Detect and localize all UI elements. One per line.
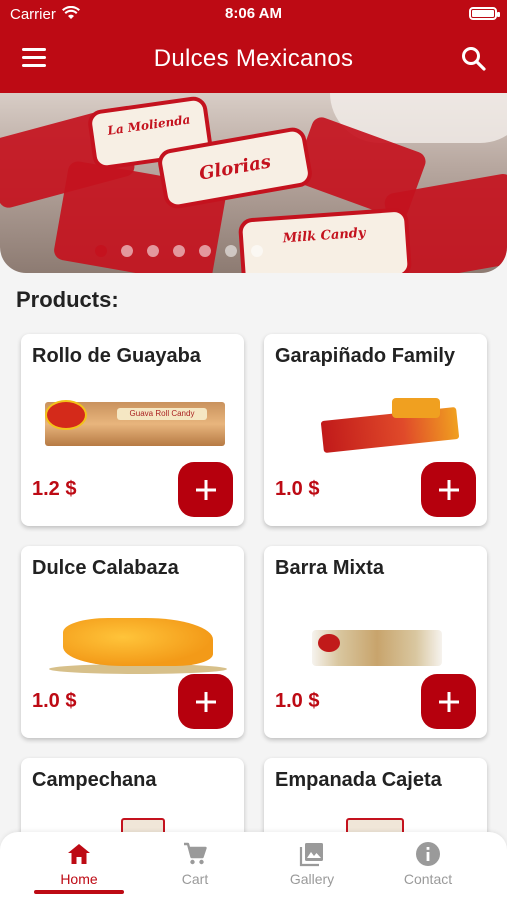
search-icon — [462, 47, 486, 71]
bottom-navigation: Home Cart Gallery Contact — [0, 832, 507, 900]
banner-carousel[interactable]: La Molienda Glorias Milk Candy — [0, 93, 507, 273]
status-bar: Carrier 8:06 AM — [0, 0, 507, 28]
gallery-icon — [299, 843, 323, 867]
page-title: Dulces Mexicanos — [153, 45, 354, 72]
product-price: 1.0 $ — [275, 478, 320, 500]
info-icon — [416, 842, 440, 866]
product-name: Dulce Calabaza — [32, 557, 179, 579]
product-price: 1.0 $ — [32, 690, 77, 712]
product-image — [282, 606, 472, 666]
carousel-dot[interactable] — [147, 245, 159, 257]
tab-label: Gallery — [289, 871, 335, 887]
battery-icon — [469, 7, 500, 20]
product-card[interactable]: Barra Mixta 1.0 $ — [264, 546, 487, 738]
product-card[interactable]: Garapiñado Family 1.0 $ — [264, 334, 487, 526]
carousel-dot[interactable] — [95, 245, 107, 257]
status-time: 8:06 AM — [225, 5, 282, 22]
tab-home[interactable]: Home — [24, 840, 134, 887]
add-to-cart-button[interactable] — [421, 674, 476, 729]
products-heading: Products: — [16, 287, 119, 312]
tab-gallery[interactable]: Gallery — [257, 840, 367, 887]
candy-label: Glorias — [197, 151, 273, 185]
search-button[interactable] — [461, 46, 489, 74]
tab-cart[interactable]: Cart — [140, 840, 250, 887]
tab-contact[interactable]: Contact — [373, 840, 483, 887]
product-price: 1.0 $ — [275, 690, 320, 712]
add-to-cart-button[interactable] — [178, 674, 233, 729]
carousel-dot[interactable] — [251, 245, 263, 257]
product-card[interactable]: Rollo de Guayaba Guava Roll Candy 1.2 $ — [21, 334, 244, 526]
tab-label: Home — [60, 871, 98, 887]
carousel-dot[interactable] — [199, 245, 211, 257]
active-tab-indicator — [34, 890, 124, 894]
product-image: Guava Roll Candy — [39, 394, 229, 454]
carousel-dot[interactable] — [121, 245, 133, 257]
candy-brand: La Molienda — [106, 112, 192, 138]
candy-roll: Milk Candy — [237, 207, 413, 273]
home-icon — [68, 844, 90, 864]
candy-subtitle: Milk Candy — [282, 225, 366, 246]
carousel-dots — [95, 245, 263, 257]
carousel-dot[interactable] — [173, 245, 185, 257]
add-to-cart-button[interactable] — [178, 462, 233, 517]
product-name: Rollo de Guayaba — [32, 345, 201, 367]
product-card[interactable]: Dulce Calabaza 1.0 $ — [21, 546, 244, 738]
tab-label: Cart — [181, 871, 209, 887]
app-header: Carrier 8:06 AM Dulces Mexicanos — [0, 0, 507, 93]
carousel-dot[interactable] — [225, 245, 237, 257]
tab-label: Contact — [403, 871, 453, 887]
product-name: Barra Mixta — [275, 557, 384, 579]
product-price: 1.2 $ — [32, 478, 77, 500]
product-name: Garapiñado Family — [275, 345, 456, 367]
product-image — [39, 602, 229, 676]
add-to-cart-button[interactable] — [421, 462, 476, 517]
cart-icon — [184, 842, 207, 865]
product-image — [282, 394, 472, 454]
